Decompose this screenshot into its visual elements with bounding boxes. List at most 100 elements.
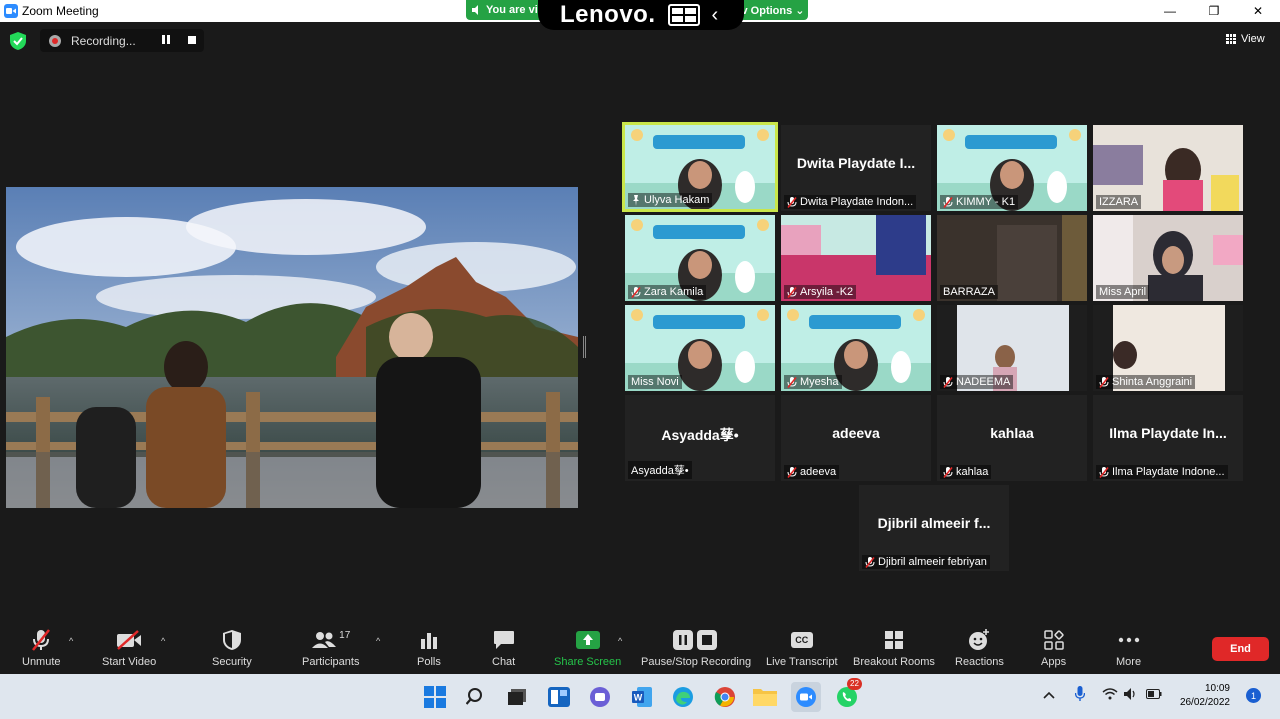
participant-name-label: BARRAZA — [940, 285, 998, 299]
share-screen-label: Share Screen — [554, 656, 622, 668]
participants-icon: 17 — [311, 628, 350, 652]
pause-stop-recording-button[interactable]: Pause/Stop Recording — [641, 628, 751, 668]
word-icon[interactable]: W — [629, 684, 655, 710]
security-button[interactable]: Security — [212, 628, 252, 668]
participant-tile[interactable]: Djibril almeeir f... Djibril almeeir febr… — [859, 485, 1009, 571]
show-hidden-icons-chevron-icon[interactable] — [1043, 688, 1055, 702]
stop-recording-icon[interactable] — [188, 36, 196, 44]
notification-count-badge[interactable]: 1 — [1246, 688, 1261, 703]
clock-time: 10:09 — [1204, 683, 1230, 694]
wifi-icon[interactable] — [1102, 688, 1118, 703]
end-meeting-button[interactable]: End — [1212, 637, 1269, 661]
gallery-grid-icon — [1226, 34, 1236, 44]
pause-stop-label: Pause/Stop Recording — [641, 656, 752, 668]
participant-name: Dwita Playdate Indon... — [800, 196, 914, 208]
edge-browser-icon[interactable] — [670, 684, 696, 710]
teams-chat-icon[interactable] — [587, 684, 613, 710]
participant-name-label: Djibril almeeir febriyan — [862, 555, 990, 569]
participant-tile[interactable]: BARRAZA — [937, 215, 1087, 301]
whatsapp-icon[interactable]: 22 — [834, 678, 862, 710]
share-options-caret-icon[interactable]: ^ — [618, 636, 622, 646]
participant-name: Myesha — [800, 376, 839, 388]
participants-button[interactable]: 17 Participants — [302, 628, 359, 669]
unmute-label: Unmute — [22, 656, 61, 668]
participant-name: Ilma Playdate Indone... — [1112, 466, 1225, 478]
participant-tile[interactable]: Ulyva Hakam — [622, 122, 778, 212]
participant-name-label: Miss April — [1096, 285, 1150, 299]
chat-button[interactable]: Chat — [492, 628, 515, 668]
reactions-button[interactable]: Reactions — [955, 628, 1004, 668]
unmute-button[interactable]: Unmute — [22, 628, 61, 668]
recording-dot-icon — [49, 34, 61, 47]
muted-mic-icon — [943, 466, 953, 478]
reactions-label: Reactions — [955, 656, 1004, 668]
close-button[interactable]: ✕ — [1236, 0, 1280, 22]
participant-tile[interactable]: Zara Kamila — [625, 215, 775, 301]
more-dots-icon — [1118, 628, 1140, 652]
participant-tile[interactable]: Miss April — [1093, 215, 1243, 301]
participant-display-name: Ilma Playdate In... — [1109, 425, 1227, 441]
widgets-icon[interactable] — [546, 684, 572, 710]
participant-name-label: NADEEMA — [940, 375, 1014, 389]
start-video-button[interactable]: Start Video — [102, 628, 156, 668]
live-transcript-button[interactable]: CC Live Transcript — [766, 628, 838, 668]
battery-icon[interactable] — [1146, 688, 1162, 702]
encryption-shield-icon[interactable] — [10, 32, 26, 50]
restore-button[interactable]: ❐ — [1192, 0, 1236, 22]
audio-options-caret-icon[interactable]: ^ — [69, 636, 73, 646]
participant-name-label: IZZARA — [1096, 195, 1142, 209]
zoom-taskbar-icon[interactable] — [791, 682, 821, 712]
apps-button[interactable]: Apps — [1041, 628, 1066, 668]
pause-recording-icon[interactable] — [162, 35, 170, 44]
breakout-rooms-button[interactable]: Breakout Rooms — [853, 628, 935, 668]
participant-display-name: Dwita Playdate I... — [796, 155, 916, 171]
participant-tile[interactable]: KIMMY - K1 — [937, 125, 1087, 211]
participant-name: Djibril almeeir febriyan — [878, 556, 987, 568]
multi-screen-icon[interactable] — [667, 4, 700, 26]
file-explorer-icon[interactable] — [752, 684, 778, 710]
system-clock[interactable]: 10:09 26/02/2022 — [1180, 682, 1230, 710]
participant-tile[interactable]: kahlaa kahlaa — [937, 395, 1087, 481]
participant-display-name: Asyadda孶• — [661, 427, 739, 443]
participant-tile[interactable]: adeeva adeeva — [781, 395, 931, 481]
participant-display-name: kahlaa — [990, 425, 1034, 441]
participants-caret-icon[interactable]: ^ — [376, 636, 380, 646]
share-screen-button[interactable]: Share Screen — [554, 628, 621, 668]
participant-tile[interactable]: Dwita Playdate I... Dwita Playdate Indon.… — [781, 125, 931, 211]
windows-start-icon[interactable] — [422, 684, 448, 710]
share-screen-arrow-icon — [575, 628, 600, 652]
muted-mic-icon — [631, 286, 641, 298]
chat-label: Chat — [492, 656, 516, 668]
participant-name-label: Ilma Playdate Indone... — [1096, 465, 1228, 479]
volume-icon[interactable] — [1124, 688, 1138, 703]
polls-button[interactable]: Polls — [417, 628, 441, 668]
task-view-icon[interactable] — [504, 684, 530, 710]
minimize-button[interactable]: — — [1148, 0, 1192, 22]
zoom-app-icon — [4, 4, 18, 18]
participant-tile[interactable]: Myesha — [781, 305, 931, 391]
participant-tile[interactable]: Arsyila -K2 — [781, 215, 931, 301]
microphone-tray-icon[interactable] — [1074, 686, 1086, 705]
participant-tile[interactable]: Miss Novi — [625, 305, 775, 391]
panel-splitter-handle[interactable] — [583, 336, 586, 358]
chat-bubble-icon — [493, 628, 515, 652]
chrome-icon[interactable] — [712, 684, 738, 710]
muted-mic-icon — [1099, 376, 1109, 388]
participant-name-label: Arsyila -K2 — [784, 285, 857, 299]
participant-tile[interactable]: Shinta Anggraini — [1093, 305, 1243, 391]
video-options-caret-icon[interactable]: ^ — [161, 636, 165, 646]
search-icon[interactable] — [463, 684, 489, 710]
more-button[interactable]: More — [1116, 628, 1141, 668]
participant-tile[interactable]: NADEEMA — [937, 305, 1087, 391]
view-options-button[interactable]: v Options ⌄ — [738, 0, 808, 20]
recording-label: Recording... — [71, 33, 136, 48]
shared-screen[interactable] — [6, 187, 578, 508]
security-label: Security — [212, 656, 252, 668]
muted-mic-icon — [943, 376, 953, 388]
participant-name-label: KIMMY - K1 — [940, 195, 1019, 209]
participant-tile[interactable]: Ilma Playdate In... Ilma Playdate Indone.… — [1093, 395, 1243, 481]
view-button[interactable]: View — [1226, 33, 1265, 45]
participant-tile[interactable]: Asyadda孶• Asyadda孶• — [625, 395, 775, 481]
chevron-left-icon[interactable]: ‹ — [712, 4, 719, 27]
participant-tile[interactable]: IZZARA — [1093, 125, 1243, 211]
